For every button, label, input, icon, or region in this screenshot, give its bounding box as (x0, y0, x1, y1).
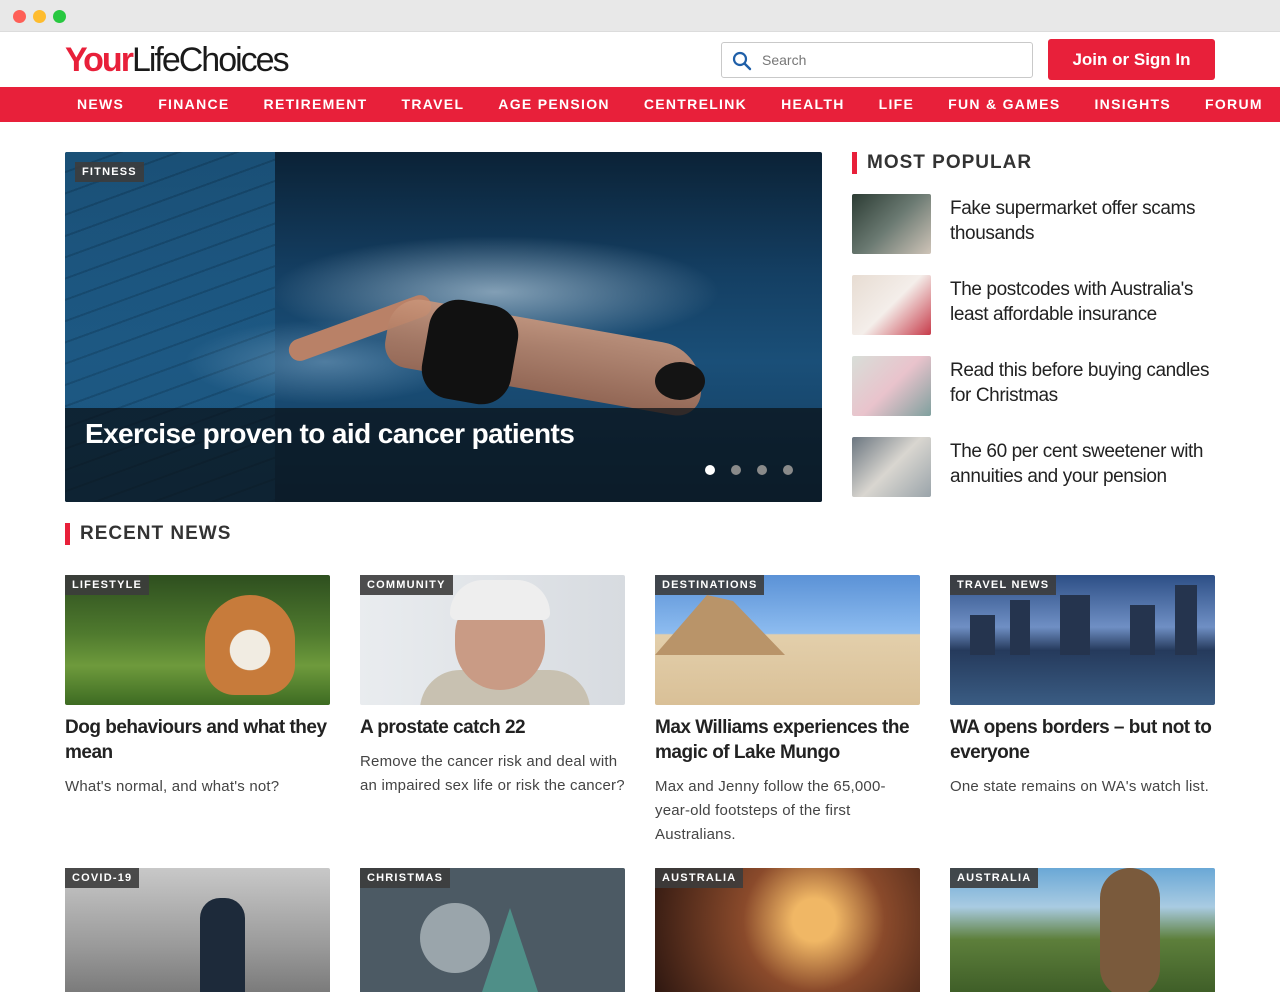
hero-title[interactable]: Exercise proven to aid cancer patients (85, 418, 575, 450)
carousel-dot-3[interactable] (757, 465, 767, 475)
popular-item[interactable]: Fake supermarket offer scams thousands (852, 194, 1215, 254)
popular-item-title[interactable]: Fake supermarket offer scams thousands (950, 196, 1212, 246)
koala-illustration (420, 903, 490, 973)
news-card-description: Max and Jenny follow the 65,000-year-old… (655, 778, 886, 843)
nav-item-centrelink[interactable]: CENTRELINK (627, 87, 764, 122)
news-card-category-tag[interactable]: AUSTRALIA (655, 868, 744, 888)
news-card-title[interactable]: WA opens borders – but not to everyone (950, 715, 1215, 765)
news-card-category-tag[interactable]: AUSTRALIA (950, 868, 1039, 888)
popular-item-thumbnail[interactable] (852, 194, 931, 254)
skyline-building (1060, 595, 1090, 655)
nav-item-forum[interactable]: FORUM (1188, 87, 1280, 122)
main-nav: NEWS FINANCE RETIREMENT TRAVEL AGE PENSI… (0, 87, 1280, 122)
recent-news-heading: RECENT NEWS (65, 523, 231, 545)
news-card-category-tag[interactable]: COVID-19 (65, 868, 140, 888)
hero-category-tag[interactable]: FITNESS (75, 162, 144, 182)
popular-item[interactable]: Read this before buying candles for Chri… (852, 356, 1215, 416)
nav-item-travel[interactable]: TRAVEL (385, 87, 482, 122)
desert-formation-illustration (655, 595, 785, 655)
dog-illustration (205, 595, 295, 695)
man-hair-illustration (450, 580, 550, 620)
popular-item-title[interactable]: Read this before buying candles for Chri… (950, 358, 1212, 408)
site-header: YourLifeChoices Join or Sign In (0, 32, 1280, 87)
skyline-building (970, 615, 995, 655)
carousel-dots (705, 465, 793, 475)
popular-item-title[interactable]: The 60 per cent sweetener with annuities… (950, 439, 1212, 489)
news-card-title[interactable]: Max Williams experiences the magic of La… (655, 715, 920, 765)
news-card-category-tag[interactable]: TRAVEL NEWS (950, 575, 1057, 595)
nav-item-fun-games[interactable]: FUN & GAMES (931, 87, 1077, 122)
carousel-dot-2[interactable] (731, 465, 741, 475)
news-card-category-tag[interactable]: CHRISTMAS (360, 868, 451, 888)
news-card-title[interactable]: A prostate catch 22 (360, 715, 625, 740)
news-card-category-tag[interactable]: LIFESTYLE (65, 575, 150, 595)
nav-item-health[interactable]: HEALTH (764, 87, 862, 122)
search-box[interactable] (721, 42, 1033, 78)
news-card-category-tag[interactable]: COMMUNITY (360, 575, 453, 595)
close-window-button[interactable] (13, 10, 26, 23)
nav-item-age-pension[interactable]: AGE PENSION (481, 87, 627, 122)
popular-item-thumbnail[interactable] (852, 437, 931, 497)
popular-item-title[interactable]: The postcodes with Australia's least aff… (950, 277, 1212, 327)
news-card-category-tag[interactable]: DESTINATIONS (655, 575, 765, 595)
christmas-tree-illustration (480, 908, 540, 992)
news-card-description: Remove the cancer risk and deal with an … (360, 753, 625, 794)
search-input[interactable] (762, 43, 1022, 77)
carousel-dot-1[interactable] (705, 465, 715, 475)
popular-item-thumbnail[interactable] (852, 356, 931, 416)
popular-item-thumbnail[interactable] (852, 275, 931, 335)
nav-item-life[interactable]: LIFE (862, 87, 932, 122)
search-icon[interactable] (732, 51, 752, 71)
hero-image-swim-cap (655, 362, 705, 400)
carousel-dot-4[interactable] (783, 465, 793, 475)
logo-part-your: Your (65, 41, 134, 79)
nav-item-finance[interactable]: FINANCE (141, 87, 246, 122)
news-card-description: One state remains on WA's watch list. (950, 778, 1209, 795)
popular-item[interactable]: The 60 per cent sweetener with annuities… (852, 437, 1215, 497)
logo-part-lifechoices: LifeChoices (131, 41, 290, 79)
window-titlebar (0, 0, 1280, 32)
news-card-description: What's normal, and what's not? (65, 778, 280, 795)
skyline-building (1175, 585, 1197, 655)
popular-item[interactable]: The postcodes with Australia's least aff… (852, 275, 1215, 335)
minimize-window-button[interactable] (33, 10, 46, 23)
nav-item-insights[interactable]: INSIGHTS (1077, 87, 1188, 122)
skyline-building (1130, 605, 1155, 655)
site-logo[interactable]: YourLifeChoices (65, 41, 290, 79)
hero-carousel[interactable]: FITNESS Exercise proven to aid cancer pa… (65, 152, 822, 502)
maximize-window-button[interactable] (53, 10, 66, 23)
tree-illustration (1100, 868, 1160, 992)
nav-item-news[interactable]: NEWS (60, 87, 141, 122)
skyline-building (1010, 600, 1030, 655)
news-card-title[interactable]: Dog behaviours and what they mean (65, 715, 330, 765)
nav-item-retirement[interactable]: RETIREMENT (247, 87, 385, 122)
person-illustration (200, 898, 245, 992)
join-or-sign-in-button[interactable]: Join or Sign In (1048, 39, 1215, 80)
most-popular-heading: MOST POPULAR (852, 152, 1032, 174)
